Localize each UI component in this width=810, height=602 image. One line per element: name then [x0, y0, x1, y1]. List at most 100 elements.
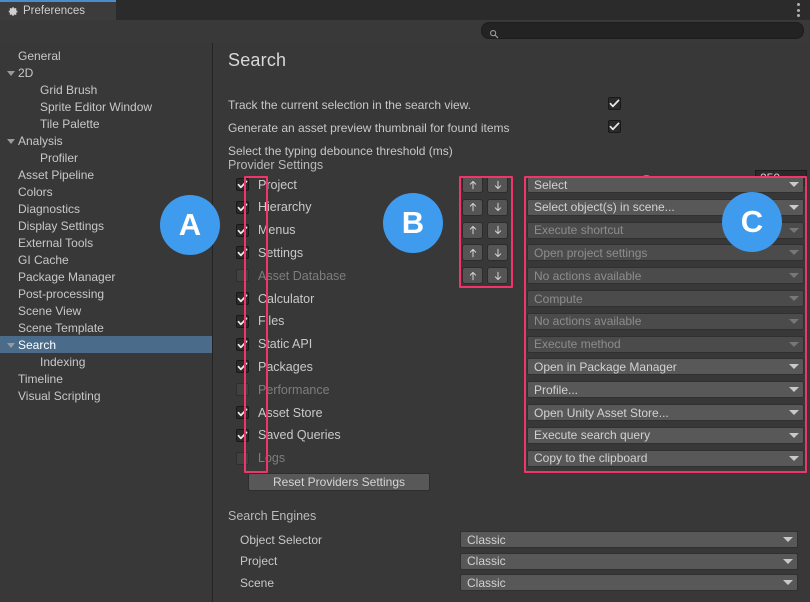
dropdown-value: Open in Package Manager — [534, 360, 789, 374]
sidebar-item-tile-palette[interactable]: Tile Palette — [0, 115, 212, 132]
provider-label: Project — [258, 178, 297, 192]
settings-sidebar[interactable]: General2DGrid BrushSprite Editor WindowT… — [0, 43, 213, 602]
provider-checkbox-menus[interactable] — [236, 224, 249, 237]
provider-checkbox-hierarchy[interactable] — [236, 201, 249, 214]
dropdown-value: Compute — [534, 292, 789, 306]
kebab-menu-icon[interactable] — [792, 3, 804, 17]
annotation-marker-a: A — [160, 195, 220, 255]
search-field[interactable] — [481, 22, 804, 39]
move-down-button-project[interactable] — [487, 176, 508, 193]
provider-checkbox-files[interactable] — [236, 315, 249, 328]
chevron-down-icon — [789, 410, 799, 415]
sidebar-item-2d[interactable]: 2D — [0, 64, 212, 81]
annotation-marker-c: C — [722, 192, 782, 252]
move-up-button-project[interactable] — [462, 176, 483, 193]
sidebar-item-scene-view[interactable]: Scene View — [0, 302, 212, 319]
option-track-selection-checkbox[interactable] — [608, 96, 621, 114]
provider-label: Saved Queries — [258, 428, 341, 442]
settings-content: Search Track the current selection in th… — [214, 43, 810, 602]
chevron-down-icon[interactable] — [7, 71, 15, 76]
sidebar-item-label: Indexing — [0, 355, 85, 369]
dropdown-value: Open Unity Asset Store... — [534, 406, 789, 420]
checkbox-checked[interactable] — [608, 97, 621, 110]
sidebar-item-general[interactable]: General — [0, 47, 212, 64]
provider-row-static-api: Static API — [236, 336, 312, 353]
move-up-button-hierarchy[interactable] — [462, 199, 483, 216]
sidebar-item-sprite-editor-window[interactable]: Sprite Editor Window — [0, 98, 212, 115]
sidebar-item-label: Grid Brush — [0, 83, 97, 97]
provider-checkbox-performance[interactable] — [236, 383, 249, 396]
provider-action-dropdown-saved-queries[interactable]: Execute search query — [527, 427, 804, 444]
sidebar-item-grid-brush[interactable]: Grid Brush — [0, 81, 212, 98]
sidebar-item-search[interactable]: Search — [0, 336, 212, 353]
chevron-down-icon[interactable] — [7, 343, 15, 348]
move-up-button-settings[interactable] — [462, 244, 483, 261]
sidebar-item-label: Package Manager — [0, 270, 115, 284]
provider-checkbox-asset-store[interactable] — [236, 406, 249, 419]
move-down-button-asset-database[interactable] — [487, 267, 508, 284]
provider-checkbox-packages[interactable] — [236, 360, 249, 373]
provider-checkbox-project[interactable] — [236, 178, 249, 191]
search-engine-label-scene: Scene — [240, 574, 274, 591]
search-input[interactable] — [499, 25, 803, 37]
provider-row-asset-database: Asset Database — [236, 267, 346, 284]
sidebar-item-package-manager[interactable]: Package Manager — [0, 268, 212, 285]
search-engine-dropdown-scene[interactable]: Classic — [460, 574, 798, 591]
move-down-button-menus[interactable] — [487, 222, 508, 239]
search-engine-label-object-selector: Object Selector — [240, 531, 322, 548]
sidebar-item-visual-scripting[interactable]: Visual Scripting — [0, 387, 212, 404]
provider-row-files: Files — [236, 313, 284, 330]
provider-label: Files — [258, 314, 284, 328]
provider-checkbox-asset-database[interactable] — [236, 269, 249, 282]
move-up-button-menus[interactable] — [462, 222, 483, 239]
search-engine-dropdown-object-selector[interactable]: Classic — [460, 531, 798, 548]
move-down-button-hierarchy[interactable] — [487, 199, 508, 216]
sidebar-item-scene-template[interactable]: Scene Template — [0, 319, 212, 336]
dropdown-value: Classic — [467, 554, 783, 568]
sidebar-item-timeline[interactable]: Timeline — [0, 370, 212, 387]
sidebar-item-label: Profiler — [0, 151, 78, 165]
reset-providers-settings-button[interactable]: Reset Providers Settings — [248, 473, 430, 491]
sidebar-item-post-processing[interactable]: Post-processing — [0, 285, 212, 302]
sidebar-item-analysis[interactable]: Analysis — [0, 132, 212, 149]
provider-checkbox-static-api[interactable] — [236, 338, 249, 351]
sidebar-item-label: General — [0, 49, 61, 63]
option-generate-preview-checkbox[interactable] — [608, 119, 621, 137]
search-engines-header: Search Engines — [228, 509, 316, 523]
dropdown-value: Select — [534, 178, 789, 192]
provider-label: Performance — [258, 383, 330, 397]
provider-action-dropdown-asset-store[interactable]: Open Unity Asset Store... — [527, 404, 804, 421]
move-up-button-asset-database[interactable] — [462, 267, 483, 284]
provider-action-dropdown-project[interactable]: Select — [527, 176, 804, 193]
option-label: Select the typing debounce threshold (ms… — [228, 144, 453, 158]
provider-action-dropdown-logs[interactable]: Copy to the clipboard — [527, 450, 804, 467]
chevron-down-icon — [789, 387, 799, 392]
chevron-down-icon — [789, 273, 799, 278]
dropdown-value: Classic — [467, 576, 783, 590]
provider-action-dropdown-performance[interactable]: Profile... — [527, 381, 804, 398]
provider-checkbox-logs[interactable] — [236, 452, 249, 465]
provider-checkbox-calculator[interactable] — [236, 292, 249, 305]
provider-checkbox-settings[interactable] — [236, 246, 249, 259]
provider-label: Logs — [258, 451, 285, 465]
checkbox-checked[interactable] — [608, 120, 621, 133]
move-down-button-settings[interactable] — [487, 244, 508, 261]
sidebar-item-asset-pipeline[interactable]: Asset Pipeline — [0, 166, 212, 183]
chevron-down-icon — [789, 205, 799, 210]
sidebar-item-label: Asset Pipeline — [0, 168, 94, 182]
provider-action-dropdown-calculator: Compute — [527, 290, 804, 307]
provider-action-dropdown-packages[interactable]: Open in Package Manager — [527, 358, 804, 375]
sidebar-item-label: Scene View — [0, 304, 81, 318]
sidebar-item-indexing[interactable]: Indexing — [0, 353, 212, 370]
chevron-down-icon — [783, 580, 793, 585]
sidebar-item-label: 2D — [0, 66, 33, 80]
tab-preferences[interactable]: Preferences — [0, 0, 116, 20]
option-track-selection: Track the current selection in the searc… — [228, 96, 471, 113]
sidebar-item-label: External Tools — [0, 236, 93, 250]
provider-checkbox-saved-queries[interactable] — [236, 429, 249, 442]
window-titlebar: Preferences — [0, 0, 810, 20]
sidebar-item-profiler[interactable]: Profiler — [0, 149, 212, 166]
chevron-down-icon[interactable] — [7, 139, 15, 144]
provider-label: Static API — [258, 337, 312, 351]
search-engine-dropdown-project[interactable]: Classic — [460, 553, 798, 570]
